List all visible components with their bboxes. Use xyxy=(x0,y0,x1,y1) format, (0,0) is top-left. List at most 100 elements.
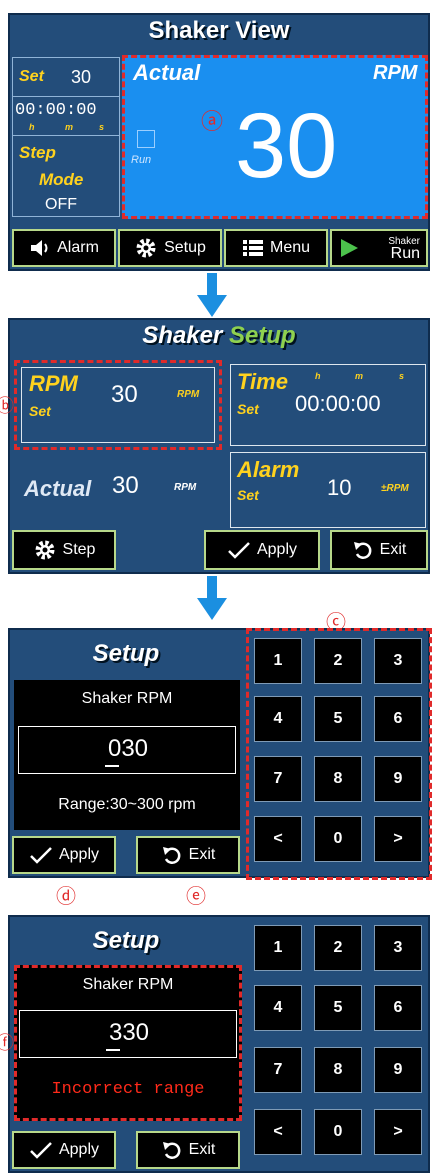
key-1[interactable]: 1 xyxy=(254,638,302,684)
menu-label: Menu xyxy=(269,239,311,256)
checkmark-icon xyxy=(30,1142,52,1159)
alarm-button[interactable]: Alarm xyxy=(12,229,116,267)
key-2[interactable]: 2 xyxy=(314,638,362,684)
key-1[interactable]: 1 xyxy=(254,925,302,971)
marker-e: ⓔ xyxy=(186,886,206,908)
marker-a: ⓐ xyxy=(201,109,224,134)
undo-icon xyxy=(162,847,181,864)
title-shaker: Shaker xyxy=(142,322,223,349)
apply-button[interactable]: Apply xyxy=(204,530,320,570)
key-4[interactable]: 4 xyxy=(254,985,302,1031)
value-panel: Shaker RPM 030 Range:30~300 rpm xyxy=(14,680,240,830)
error-message: Incorrect range xyxy=(51,1080,205,1099)
exit-button[interactable]: Exit xyxy=(136,1131,240,1169)
marker-d: ⓓ xyxy=(56,886,76,908)
play-icon xyxy=(341,239,358,257)
time-set-label: Set xyxy=(237,401,259,417)
actual-value: 30 xyxy=(112,472,139,499)
actual-rpm-panel[interactable]: Actual RPM Run ⓐ 30 xyxy=(122,55,428,219)
mode-value: OFF xyxy=(45,196,77,213)
key-4[interactable]: 4 xyxy=(254,696,302,742)
timer-box: 00:00:00 h m s xyxy=(13,96,119,136)
actual-unit: RPM xyxy=(174,482,197,493)
checkmark-icon xyxy=(30,847,52,864)
key-7[interactable]: 7 xyxy=(254,1047,302,1093)
key-0[interactable]: 0 xyxy=(314,816,362,862)
exit-label: Exit xyxy=(188,846,216,863)
exit-button[interactable]: Exit xyxy=(330,530,428,570)
setup-button[interactable]: Setup xyxy=(118,229,222,267)
menu-button[interactable]: Menu xyxy=(224,229,328,267)
page-title: Setup xyxy=(92,927,160,954)
list-icon xyxy=(242,240,263,256)
marker-b: ⓑ xyxy=(0,396,14,416)
setup-label: Setup xyxy=(164,239,206,256)
key-5[interactable]: 5 xyxy=(314,696,362,742)
time-set-field[interactable]: Time Set h m s 00:00:00 xyxy=(230,364,426,446)
key-left[interactable]: < xyxy=(254,1109,302,1155)
time-set-value: 00:00:00 xyxy=(295,391,381,416)
shaker-run-text: Shaker Run xyxy=(388,236,420,262)
apply-label: Apply xyxy=(58,846,100,863)
step-label: Step xyxy=(62,541,96,558)
shaker-run-button[interactable]: Shaker Run xyxy=(330,229,428,267)
shaker-setup-screen: Shaker Setup RPM Set 30 RPM ⓑ Time Set h… xyxy=(0,318,430,574)
key-left[interactable]: < xyxy=(254,816,302,862)
left-info-panel: Set 30 00:00:00 h m s Step Mode OFF xyxy=(12,57,120,217)
gear-icon xyxy=(35,540,55,560)
field-label: Shaker RPM xyxy=(82,976,174,993)
shaker-view-screen: Shaker View Set 30 00:00:00 h m s Step M… xyxy=(8,13,430,271)
key-6[interactable]: 6 xyxy=(374,696,422,742)
key-0[interactable]: 0 xyxy=(314,1109,362,1155)
alarm-label: Alarm xyxy=(57,239,99,256)
set-label: Set xyxy=(19,68,44,85)
step-label: Step xyxy=(19,143,56,162)
exit-button[interactable]: Exit xyxy=(136,836,240,874)
key-9[interactable]: 9 xyxy=(374,756,422,802)
value-text: 030 xyxy=(107,735,149,762)
rpm-set-field[interactable]: RPM Set 30 RPM xyxy=(14,360,222,450)
key-5[interactable]: 5 xyxy=(314,985,362,1031)
page-title: Setup xyxy=(92,640,160,667)
key-3[interactable]: 3 xyxy=(374,925,422,971)
apply-button[interactable]: Apply xyxy=(12,1131,116,1169)
mode-label: Mode xyxy=(39,170,84,189)
key-right[interactable]: > xyxy=(374,816,422,862)
rpm-set-value: 30 xyxy=(111,381,138,408)
set-value: 30 xyxy=(71,67,92,87)
key-7[interactable]: 7 xyxy=(254,756,302,802)
timer-unit-h: h xyxy=(29,122,35,132)
time-label: Time xyxy=(237,369,288,394)
value-input[interactable]: 030 xyxy=(18,726,236,774)
undo-icon xyxy=(353,542,372,559)
alarm-set-field[interactable]: Alarm Set 10 ±RPM xyxy=(230,452,426,528)
key-8[interactable]: 8 xyxy=(314,1047,362,1093)
key-right[interactable]: > xyxy=(374,1109,422,1155)
alarm-set-label: Set xyxy=(237,487,259,503)
cursor xyxy=(105,765,119,767)
alarm-label: Alarm xyxy=(237,457,300,482)
timer-unit-s: s xyxy=(99,122,105,132)
speaker-icon xyxy=(31,240,48,256)
timer-value: 00:00:00 xyxy=(15,101,97,120)
range-text: Range:30~300 rpm xyxy=(58,796,196,813)
value-input[interactable]: 330 xyxy=(19,1010,237,1058)
page-title: Shaker Setup xyxy=(10,322,428,350)
gear-icon xyxy=(136,238,156,258)
field-label: Shaker RPM xyxy=(81,690,173,707)
apply-label: Apply xyxy=(256,541,298,558)
key-8[interactable]: 8 xyxy=(314,756,362,802)
key-6[interactable]: 6 xyxy=(374,985,422,1031)
shaker-run-bottom: Run xyxy=(390,245,420,262)
key-3[interactable]: 3 xyxy=(374,638,422,684)
step-button[interactable]: Step xyxy=(12,530,116,570)
checkmark-icon xyxy=(228,542,250,559)
time-unit-m: m xyxy=(355,371,364,381)
apply-button[interactable]: Apply xyxy=(12,836,116,874)
key-9[interactable]: 9 xyxy=(374,1047,422,1093)
key-2[interactable]: 2 xyxy=(314,925,362,971)
time-unit-h: h xyxy=(315,371,321,381)
alarm-unit: ±RPM xyxy=(381,483,409,494)
alarm-value: 10 xyxy=(327,475,352,500)
down-arrow-icon xyxy=(197,576,227,620)
